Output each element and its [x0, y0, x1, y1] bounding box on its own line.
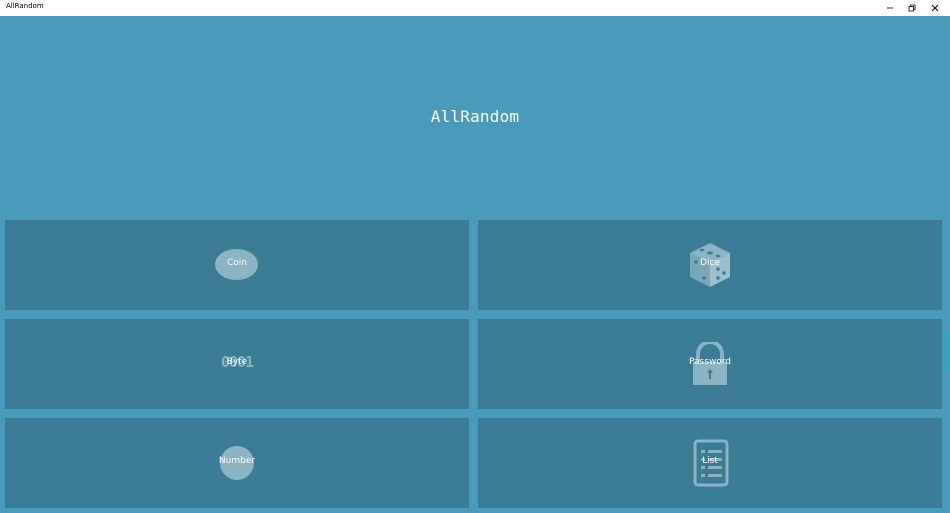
number-tile[interactable]: Number [5, 418, 469, 508]
dice-label: Dice [700, 258, 720, 268]
dice-tile[interactable]: Dice [478, 220, 942, 310]
number-label: Number [218, 456, 256, 466]
app-title: AllRandom [430, 107, 520, 126]
app-header: AllRandom [0, 16, 950, 219]
list-tile[interactable]: List [478, 418, 942, 508]
minimize-button[interactable] [879, 0, 901, 16]
scrollbar[interactable] [946, 16, 950, 513]
close-icon [931, 4, 939, 12]
window-title: AllRandom [6, 2, 44, 10]
password-label: Password [688, 357, 732, 367]
scrollbar-thumb[interactable] [946, 331, 949, 371]
minimize-icon [887, 7, 893, 9]
title-bar: AllRandom [0, 0, 950, 16]
restore-icon [908, 4, 916, 12]
byte-label: Byte [226, 357, 248, 367]
coin-label: Coin [227, 258, 247, 268]
byte-tile[interactable]: 0001 Byte [5, 319, 469, 409]
coin-tile[interactable]: Coin [5, 220, 469, 310]
restore-button[interactable] [901, 0, 923, 16]
password-tile[interactable]: Password [478, 319, 942, 409]
list-label: List [702, 456, 718, 466]
close-button[interactable] [924, 0, 946, 16]
